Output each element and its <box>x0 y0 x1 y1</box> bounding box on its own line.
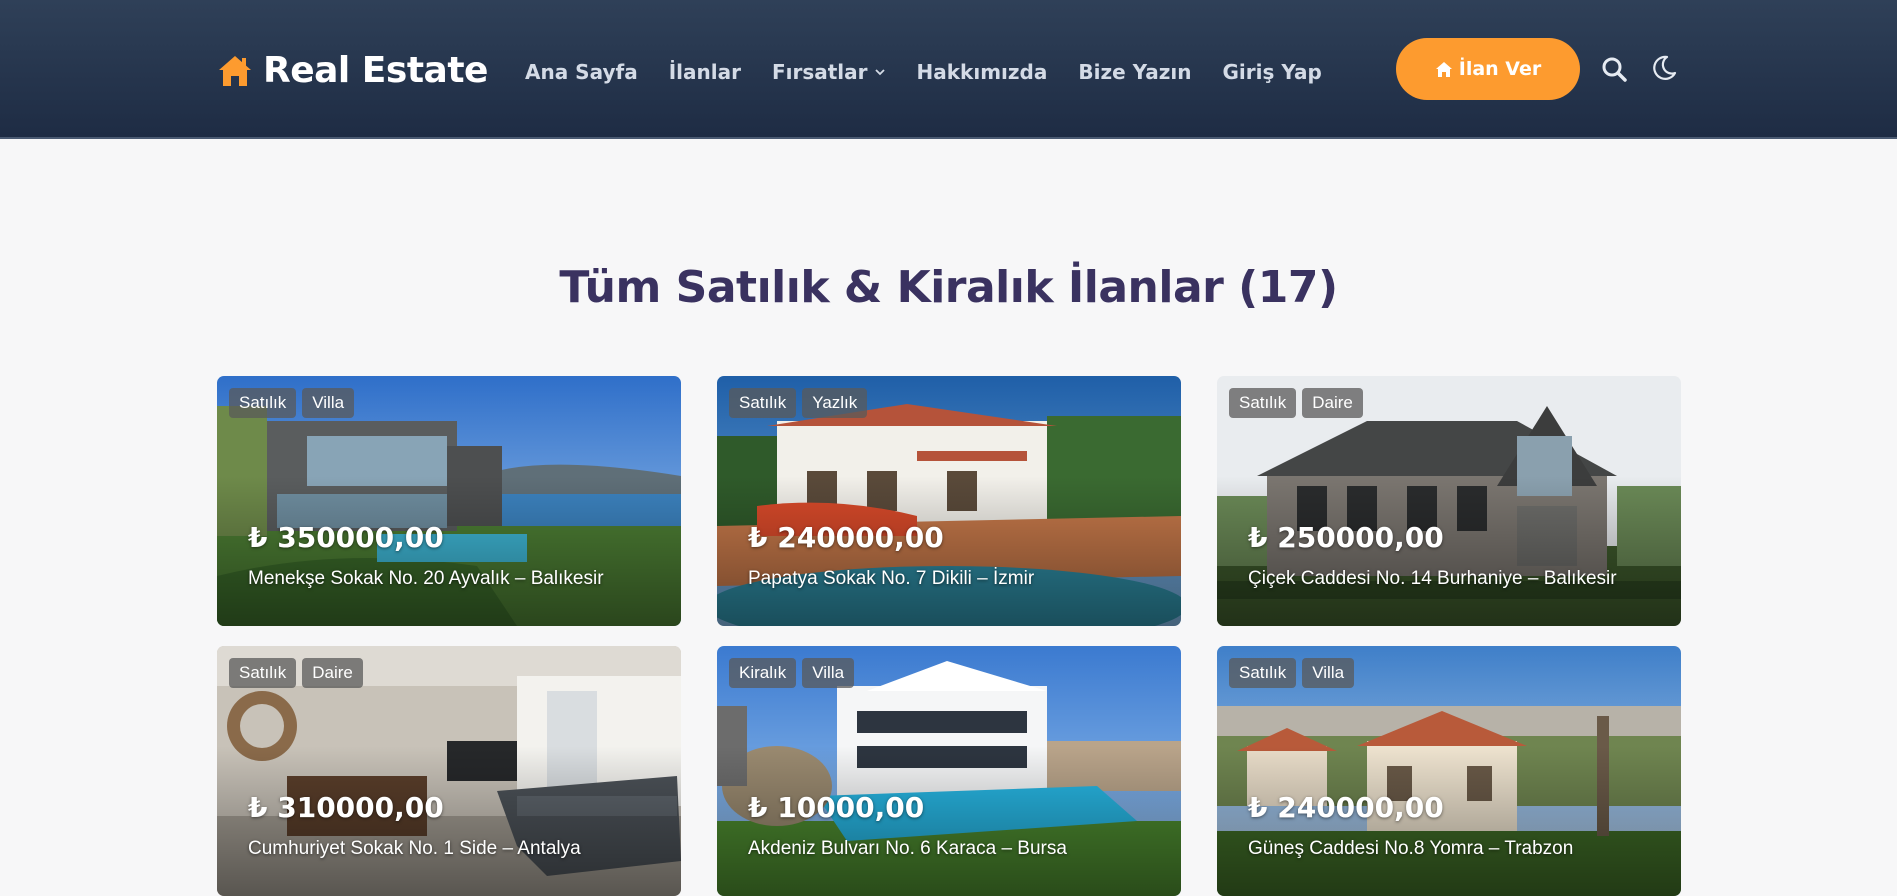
listing-card[interactable]: Satılık Villa ₺ 350000,00 Menekşe Sokak … <box>217 376 681 626</box>
home-icon <box>1435 61 1452 77</box>
badges: Satılık Villa <box>1229 658 1355 688</box>
nav-about-label: Hakkımızda <box>916 60 1048 84</box>
type-badge[interactable]: Daire <box>1302 388 1363 418</box>
nav-listings-label: İlanlar <box>668 60 741 84</box>
status-badge[interactable]: Kiralık <box>729 658 797 688</box>
search-icon[interactable] <box>1601 56 1629 84</box>
listing-price: ₺ 240000,00 <box>748 521 944 554</box>
listing-card[interactable]: Satılık Villa ₺ 240000,00 Güneş Caddesi … <box>1217 646 1681 896</box>
nav-listings[interactable]: İlanlar <box>669 60 741 84</box>
badges: Kiralık Villa <box>729 658 855 688</box>
listing-price: ₺ 350000,00 <box>248 521 444 554</box>
nav-home[interactable]: Ana Sayfa <box>525 60 638 84</box>
nav-deals-dropdown[interactable]: Fırsatlar <box>772 60 886 84</box>
nav-contact[interactable]: Bize Yazın <box>1078 60 1191 84</box>
navbar: Real Estate Ana Sayfa İlanlar Fırsatlar … <box>0 0 1897 139</box>
nav-login[interactable]: Giriş Yap <box>1223 60 1322 84</box>
page-title: Tüm Satılık & Kiralık İlanlar (17) <box>559 262 1338 313</box>
listing-price: ₺ 310000,00 <box>248 791 444 824</box>
nav-contact-label: Bize Yazın <box>1078 60 1192 84</box>
main-nav: Ana Sayfa İlanlar Fırsatlar Hakkımızda B… <box>525 60 1322 84</box>
listing-address[interactable]: Çiçek Caddesi No. 14 Burhaniye – Balıkes… <box>1248 568 1617 590</box>
type-badge[interactable]: Villa <box>302 388 355 418</box>
listing-address[interactable]: Akdeniz Bulvarı No. 6 Karaca – Bursa <box>748 838 1067 860</box>
post-listing-button[interactable]: İlan Ver <box>1396 38 1580 100</box>
nav-login-label: Giriş Yap <box>1222 60 1322 84</box>
chevron-down-icon <box>874 69 885 76</box>
listing-card[interactable]: Satılık Daire ₺ 250000,00 Çiçek Caddesi … <box>1217 376 1681 626</box>
home-icon <box>219 55 251 86</box>
listing-address[interactable]: Cumhuriyet Sokak No. 1 Side – Antalya <box>248 838 581 860</box>
listing-price: ₺ 10000,00 <box>748 791 925 824</box>
status-badge[interactable]: Satılık <box>1229 658 1297 688</box>
status-badge[interactable]: Satılık <box>229 658 297 688</box>
type-badge[interactable]: Daire <box>302 658 363 688</box>
listing-price: ₺ 250000,00 <box>1248 521 1444 554</box>
listing-card[interactable]: Satılık Yazlık ₺ 240000,00 Papatya Sokak… <box>717 376 1181 626</box>
post-listing-label: İlan Ver <box>1458 58 1542 80</box>
brand-logo[interactable]: Real Estate <box>217 50 488 91</box>
listing-price: ₺ 240000,00 <box>1248 791 1444 824</box>
brand-name: Real Estate <box>263 50 488 91</box>
type-badge[interactable]: Yazlık <box>802 388 868 418</box>
type-badge[interactable]: Villa <box>1302 658 1355 688</box>
badges: Satılık Daire <box>1229 388 1363 418</box>
listing-card[interactable]: Kiralık Villa ₺ 10000,00 Akdeniz Bulvarı… <box>717 646 1181 896</box>
nav-home-label: Ana Sayfa <box>525 60 638 84</box>
badges: Satılık Yazlık <box>729 388 868 418</box>
listing-address[interactable]: Menekşe Sokak No. 20 Ayvalık – Balıkesir <box>248 568 604 590</box>
listing-address[interactable]: Papatya Sokak No. 7 Dikili – İzmir <box>748 568 1034 590</box>
status-badge[interactable]: Satılık <box>229 388 297 418</box>
nav-deals-label: Fırsatlar <box>771 60 868 84</box>
moon-icon[interactable] <box>1650 54 1678 82</box>
nav-about[interactable]: Hakkımızda <box>917 60 1048 84</box>
status-badge[interactable]: Satılık <box>729 388 797 418</box>
status-badge[interactable]: Satılık <box>1229 388 1297 418</box>
listing-card[interactable]: Satılık Daire ₺ 310000,00 Cumhuriyet Sok… <box>217 646 681 896</box>
badges: Satılık Daire <box>229 658 363 688</box>
listing-address[interactable]: Güneş Caddesi No.8 Yomra – Trabzon <box>1248 838 1573 860</box>
type-badge[interactable]: Villa <box>802 658 855 688</box>
badges: Satılık Villa <box>229 388 355 418</box>
